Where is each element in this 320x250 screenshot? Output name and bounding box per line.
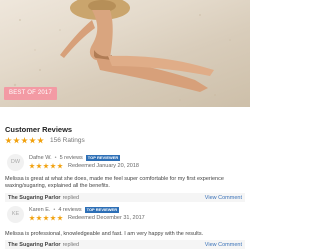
overall-rating: 156 Ratings	[5, 137, 85, 144]
hero-photo: BEST OF 2017	[0, 0, 250, 107]
reply-label: The Sugaring Parlor replied	[8, 195, 79, 201]
star-icon	[57, 163, 63, 169]
separator-dot: •	[54, 154, 57, 161]
reply-bar: The Sugaring Parlor replied View Comment	[5, 193, 245, 202]
review-text: Melissa is professional, knowledgeable a…	[5, 231, 204, 237]
star-icon	[29, 215, 35, 221]
star-icon	[50, 215, 56, 221]
replied-text: replied	[62, 194, 80, 201]
review-count: 5 reviews	[59, 154, 83, 161]
replied-text: replied	[62, 241, 80, 248]
avatar: KE	[7, 206, 24, 223]
view-comment-link[interactable]: View Comment	[205, 242, 242, 248]
redeemed-date: Redeemed January 20, 2018	[68, 163, 139, 169]
reply-bar: The Sugaring Parlor replied View Comment	[5, 240, 245, 249]
star-icon	[37, 137, 44, 144]
review-stars	[29, 215, 64, 221]
rating-count[interactable]: 156 Ratings	[50, 137, 85, 144]
business-name: The Sugaring Parlor	[8, 194, 61, 201]
avatar: DW	[7, 154, 24, 171]
star-icon	[50, 163, 56, 169]
top-reviewer-badge: TOP REVIEWER	[85, 154, 121, 161]
star-icon	[29, 163, 35, 169]
star-icon	[36, 215, 42, 221]
separator-dot: •	[53, 206, 56, 213]
review-count: 4 reviews	[58, 206, 82, 213]
star-icon	[43, 215, 49, 221]
overall-stars	[5, 137, 45, 144]
star-icon	[57, 215, 63, 221]
reviewer-name[interactable]: Dafne W.	[29, 155, 52, 161]
star-icon	[13, 137, 20, 144]
top-reviewer-badge: TOP REVIEWER	[84, 206, 120, 213]
star-icon	[21, 137, 28, 144]
star-icon	[5, 137, 12, 144]
reply-label: The Sugaring Parlor replied	[8, 242, 79, 248]
star-icon	[43, 163, 49, 169]
reviewer-name[interactable]: Karen E.	[29, 207, 50, 213]
star-icon	[29, 137, 36, 144]
review-stars	[29, 163, 64, 169]
section-title: Customer Reviews	[5, 125, 73, 134]
business-name: The Sugaring Parlor	[8, 241, 61, 248]
best-of-badge: BEST OF 2017	[4, 87, 57, 100]
star-icon	[36, 163, 42, 169]
view-comment-link[interactable]: View Comment	[205, 195, 242, 201]
review-text: Melissa is great at what she does, made …	[5, 176, 224, 189]
redeemed-date: Redeemed December 31, 2017	[68, 215, 145, 221]
